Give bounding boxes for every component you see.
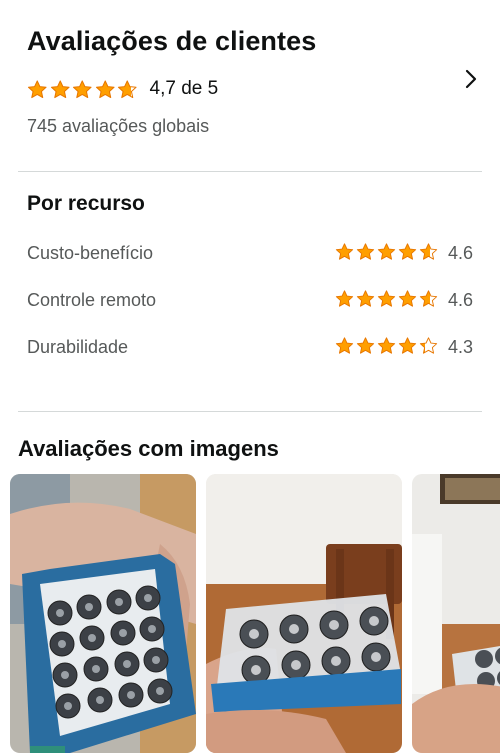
chevron-right-icon[interactable]: [460, 68, 482, 90]
feature-value: 4.6: [447, 243, 473, 263]
section-title: Avaliações de clientes: [27, 26, 317, 56]
star-icon: [377, 337, 396, 354]
star-icon: [50, 80, 70, 98]
feature-value: 4.6: [447, 290, 473, 310]
review-image-graphic: [412, 474, 500, 753]
star-icon: [398, 243, 417, 260]
global-ratings-count[interactable]: 745 avaliações globais: [27, 116, 209, 137]
feature-stars: [335, 289, 438, 308]
feature-stars: [335, 242, 438, 261]
star-icon: [377, 243, 396, 260]
star-icon: [419, 337, 438, 354]
features-title: Por recurso: [27, 192, 145, 215]
star-icon: [117, 80, 137, 98]
star-icon: [335, 290, 354, 307]
review-image[interactable]: [412, 474, 500, 753]
star-icon: [398, 337, 417, 354]
feature-row-durabilidade[interactable]: Durabilidade 4.3: [27, 334, 477, 364]
star-icon: [72, 80, 92, 98]
feature-row-custo-beneficio[interactable]: Custo-benefício 4.6: [27, 240, 477, 270]
customer-ratings-section: Avaliações de clientes 4,7 de 5 745 aval…: [0, 0, 500, 170]
star-icon: [356, 290, 375, 307]
star-icon: [356, 337, 375, 354]
feature-label: Custo-benefício: [27, 243, 154, 263]
divider: [18, 411, 482, 412]
star-icon: [419, 243, 438, 260]
overall-stars: [27, 79, 138, 100]
feature-label: Durabilidade: [27, 337, 129, 357]
star-icon: [335, 337, 354, 354]
feature-value: 4.3: [447, 337, 473, 357]
divider: [18, 171, 482, 172]
star-icon: [356, 243, 375, 260]
feature-label: Controle remoto: [27, 290, 157, 310]
star-icon: [335, 243, 354, 260]
star-icon: [95, 80, 115, 98]
star-icon: [419, 290, 438, 307]
review-image[interactable]: [206, 474, 402, 753]
feature-row-controle-remoto[interactable]: Controle remoto 4.6: [27, 287, 477, 317]
review-images-carousel[interactable]: [0, 474, 500, 753]
star-icon: [27, 80, 47, 98]
review-image-graphic: [10, 474, 196, 753]
review-image[interactable]: [10, 474, 196, 753]
star-icon: [398, 290, 417, 307]
images-section-title: Avaliações com imagens: [18, 436, 279, 461]
overall-rating-text: 4,7 de 5: [149, 78, 219, 99]
star-icon: [377, 290, 396, 307]
feature-stars: [335, 336, 438, 355]
overall-rating[interactable]: 4,7 de 5: [27, 78, 218, 100]
review-image-graphic: [206, 474, 402, 753]
